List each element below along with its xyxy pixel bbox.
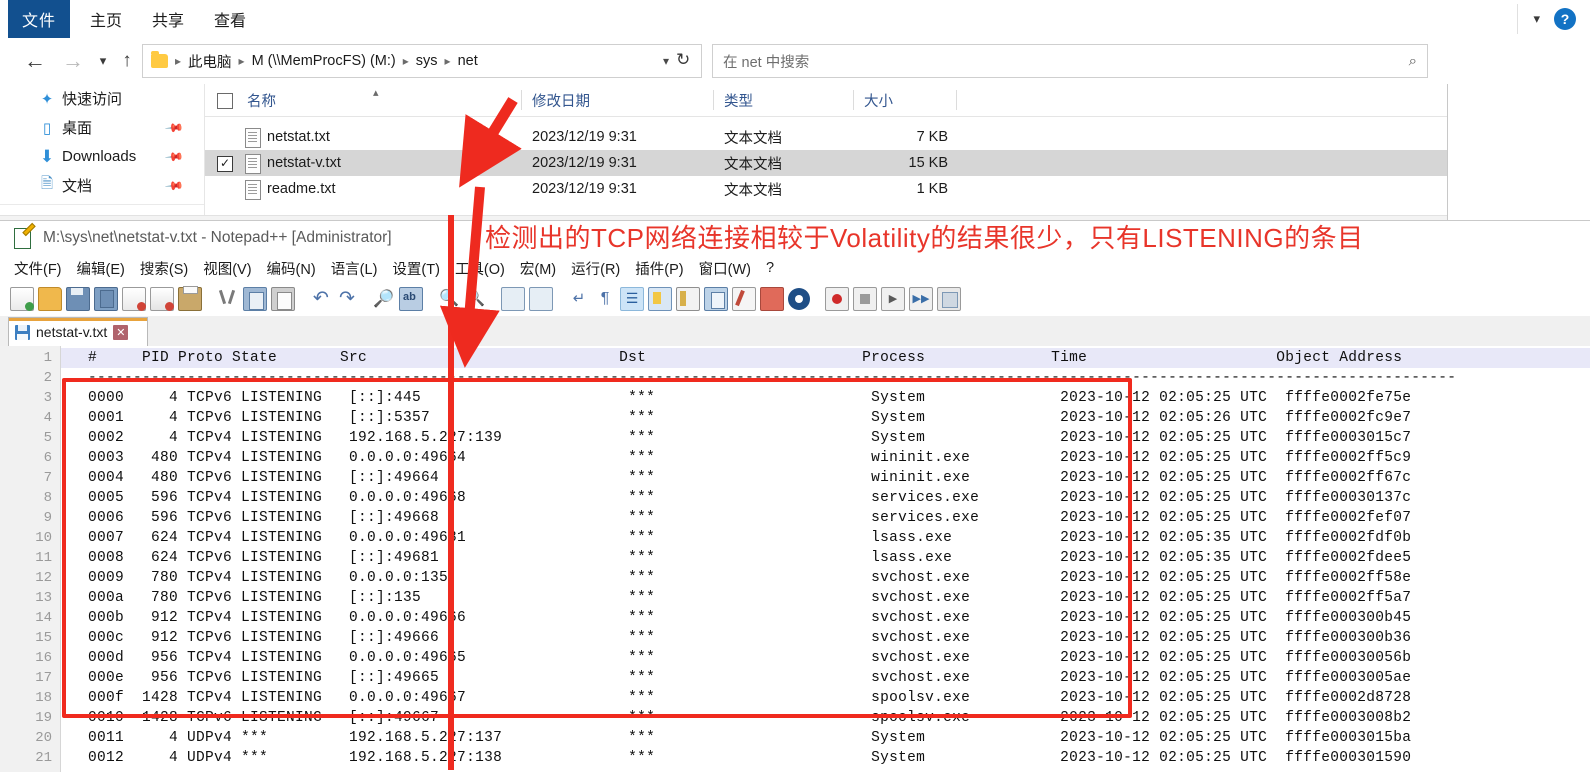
annotation-arrow-to-file xyxy=(459,97,522,188)
screenshot-root: 文件 主页 共享 查看 ▾ ? ← → ▾ ↑ ▸ 此电脑 ▸ M (\\Mem… xyxy=(0,0,1590,772)
annotation-arrow-to-editor xyxy=(439,186,500,368)
annotation-arrows xyxy=(439,97,522,368)
